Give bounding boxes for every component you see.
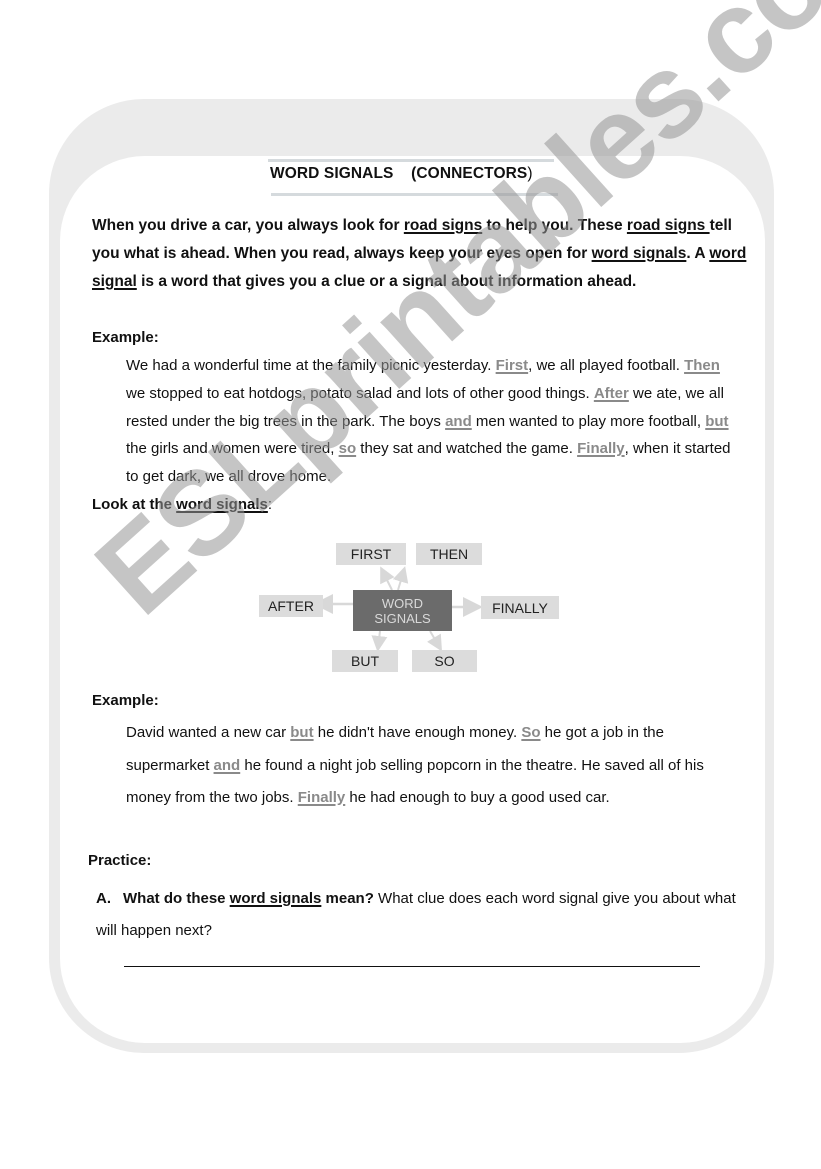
intro-text: . A	[686, 245, 710, 262]
diagram-box-finally: FINALLY	[481, 596, 559, 619]
example-text: he had enough to buy a good used car.	[345, 789, 610, 806]
example-text: we stopped to eat hotdogs, potato salad …	[126, 384, 594, 402]
title-paren-close: )	[527, 165, 533, 182]
signal-word: First	[495, 357, 529, 374]
example-1-label: Example:	[92, 329, 159, 346]
question-a: A. What do these word signals mean? What …	[96, 883, 736, 947]
signal-word: but	[290, 724, 314, 741]
example-text: the girls and women were tired,	[126, 440, 339, 458]
page-title: WORD SIGNALS (CONNECTORS)	[270, 165, 533, 183]
diagram-box-so: SO	[412, 650, 477, 672]
signal-word: After	[593, 384, 629, 402]
title-main: WORD SIGNALS	[270, 165, 394, 182]
question-bold-text: What do these	[123, 890, 230, 907]
example-text: men wanted to play more football,	[471, 412, 706, 430]
example-1-paragraph: We had a wonderful time at the family pi…	[126, 352, 738, 491]
diagram-box-then: THEN	[416, 543, 482, 565]
question-letter: A.	[96, 890, 111, 907]
answer-line[interactable]	[124, 966, 700, 967]
look-at-signals-label: Look at the word signals:	[92, 496, 272, 513]
signal-word: and	[213, 756, 241, 774]
example-text: they sat and watched the game.	[356, 440, 578, 458]
title-rule-bottom	[271, 193, 558, 196]
term-word-signals: word signals	[591, 245, 687, 262]
signal-word: and	[445, 412, 472, 430]
signal-word: Finally	[297, 789, 346, 806]
question-bold-text: mean?	[321, 890, 374, 907]
example-text: , we all played football.	[528, 357, 685, 374]
signal-word: Finally	[577, 440, 625, 458]
intro-paragraph: When you drive a car, you always look fo…	[92, 212, 752, 296]
look-label-colon: :	[267, 496, 273, 513]
signal-word: so	[338, 440, 357, 458]
example-2-label: Example:	[92, 692, 159, 709]
term-word-signals: word signals	[229, 890, 322, 907]
term-word-signals: word signals	[176, 496, 268, 513]
term-road-signs: road signs	[403, 217, 483, 234]
signal-word: but	[705, 412, 729, 430]
practice-label: Practice:	[88, 852, 152, 869]
term-road-signs: road signs	[626, 217, 710, 234]
diagram-box-but: BUT	[332, 650, 398, 672]
example-text: We had a wonderful time at the family pi…	[126, 357, 496, 374]
intro-text: When you drive a car, you always look fo…	[92, 217, 404, 234]
intro-text: to help you. These	[482, 217, 627, 234]
look-label-text: Look at the	[92, 496, 177, 513]
diagram-box-first: FIRST	[336, 543, 406, 565]
intro-text: is a word that gives you a clue or a sig…	[136, 273, 637, 290]
example-text: he didn't have enough money.	[313, 724, 522, 741]
example-2-paragraph: David wanted a new car but he didn't hav…	[126, 717, 738, 815]
title-rule-top	[268, 159, 554, 162]
signal-word: Then	[684, 357, 720, 374]
title-subtitle: (CONNECTORS	[411, 165, 528, 182]
signal-word: So	[521, 724, 541, 741]
diagram-box-after: AFTER	[259, 595, 323, 617]
example-text: David wanted a new car	[126, 724, 291, 741]
